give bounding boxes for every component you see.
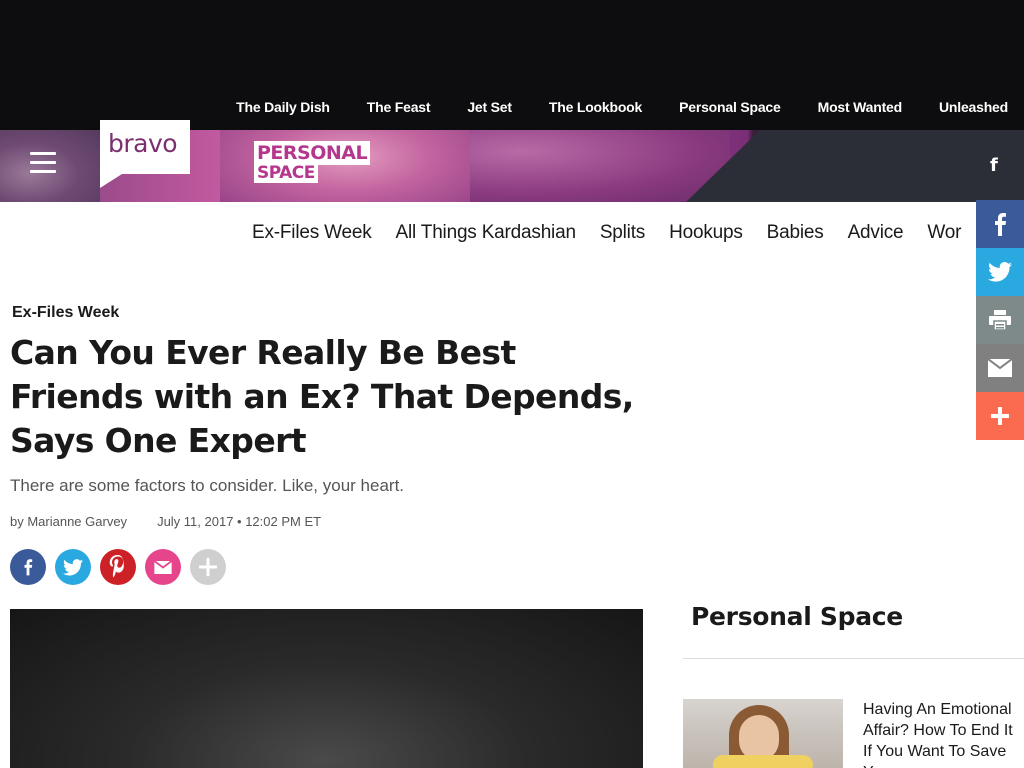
category-all-things-kardashian[interactable]: All Things Kardashian <box>396 222 576 244</box>
sidebar-title: Personal Space <box>691 602 903 631</box>
site-nav-most-wanted[interactable]: Most Wanted <box>818 99 903 115</box>
article-dek: There are some factors to consider. Like… <box>10 476 405 495</box>
share-pinterest-button[interactable] <box>100 549 136 585</box>
email-icon <box>154 560 172 574</box>
video-player[interactable] <box>10 609 643 768</box>
category-ex-files-week[interactable]: Ex-Files Week <box>252 222 372 244</box>
site-nav-the-lookbook[interactable]: The Lookbook <box>549 99 642 115</box>
bravo-logo-text: bravo <box>108 129 178 158</box>
category-nav: Ex-Files Week All Things Kardashian Spli… <box>252 222 985 244</box>
category-advice[interactable]: Advice <box>848 222 904 244</box>
plus-icon <box>991 407 1009 425</box>
share-twitter-button[interactable] <box>55 549 91 585</box>
share-rail <box>976 200 1024 440</box>
article-title: Can You Ever Really Be Best Friends with… <box>10 333 634 460</box>
category-work[interactable]: Wor <box>927 222 961 244</box>
hero-dark-panel <box>760 130 1024 202</box>
site-nav-unleashed[interactable]: Unleashed <box>939 99 1008 115</box>
site-nav: The Daily Dish The Feast Jet Set The Loo… <box>199 99 1008 115</box>
sidebar-article-thumbnail[interactable] <box>683 699 843 768</box>
personal-space-logo-line1: PERSONAL <box>254 141 371 165</box>
article-share-buttons <box>10 549 226 585</box>
email-icon <box>988 359 1012 377</box>
site-nav-daily-dish[interactable]: The Daily Dish <box>236 99 330 115</box>
personal-space-logo-line2: SPACE <box>254 163 318 183</box>
plus-icon <box>199 558 217 576</box>
category-hookups[interactable]: Hookups <box>669 222 743 244</box>
facebook-icon <box>24 559 33 576</box>
rail-facebook-button[interactable] <box>976 200 1024 248</box>
category-babies[interactable]: Babies <box>767 222 824 244</box>
personal-space-logo[interactable]: PERSONAL SPACE <box>254 141 371 191</box>
article-byline: by Marianne Garvey July 11, 2017 • 12:02 … <box>10 514 321 529</box>
article-kicker[interactable]: Ex-Files Week <box>12 304 119 322</box>
print-icon <box>989 310 1011 330</box>
twitter-icon <box>63 558 83 575</box>
pinterest-icon <box>109 555 124 578</box>
menu-icon[interactable] <box>30 152 56 174</box>
twitter-icon <box>988 262 1012 282</box>
rail-twitter-button[interactable] <box>976 248 1024 296</box>
share-more-button[interactable] <box>190 549 226 585</box>
article-author[interactable]: by Marianne Garvey <box>10 514 127 529</box>
site-nav-jet-set[interactable]: Jet Set <box>467 99 512 115</box>
site-nav-the-feast[interactable]: The Feast <box>367 99 431 115</box>
facebook-icon[interactable]: f <box>990 155 998 176</box>
share-facebook-button[interactable] <box>10 549 46 585</box>
site-nav-personal-space[interactable]: Personal Space <box>679 99 781 115</box>
sidebar-divider <box>683 658 1024 659</box>
article-date: July 11, 2017 • 12:02 PM ET <box>157 514 322 529</box>
rail-more-button[interactable] <box>976 392 1024 440</box>
facebook-icon <box>995 213 1006 236</box>
share-email-button[interactable] <box>145 549 181 585</box>
bravo-logo[interactable]: bravo <box>100 120 190 188</box>
hero-diagonal <box>686 130 760 202</box>
category-splits[interactable]: Splits <box>600 222 645 244</box>
rail-print-button[interactable] <box>976 296 1024 344</box>
rail-email-button[interactable] <box>976 344 1024 392</box>
sidebar-article-title[interactable]: Having An Emotional Affair? How To End I… <box>863 699 1023 768</box>
